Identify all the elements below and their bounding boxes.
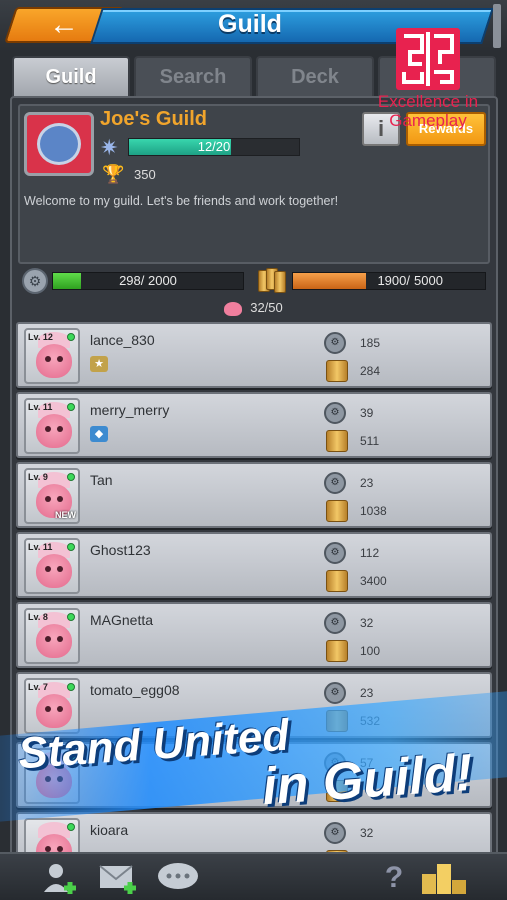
trophy-icon: 🏆 (102, 164, 125, 184)
member-level: Lv. 9 (28, 472, 48, 482)
member-count-row: 32/50 (0, 300, 507, 320)
trophy-count: 350 (134, 167, 156, 182)
tab-deck[interactable]: Deck (256, 56, 374, 96)
member-row[interactable]: Lv. 9 NEW Tan ⚙ 23 1038 (16, 462, 492, 528)
member-level: Lv. 12 (28, 332, 53, 342)
member-avatar: Lv. 12 (24, 328, 80, 384)
award-logo-icon (396, 28, 460, 90)
member-avatar: Lv. 11 (24, 398, 80, 454)
gear-icon: ⚙ (324, 682, 346, 704)
coin-icon (326, 360, 348, 382)
member-level: Lv. 11 (28, 542, 53, 552)
coin-icon (326, 570, 348, 592)
rank-badge-icon: ◆ (90, 426, 108, 442)
member-name: Tan (90, 472, 113, 488)
tab-guild[interactable]: Guild (12, 56, 130, 96)
coin-stack-icon (256, 268, 288, 294)
member-stat-1: 185 (360, 336, 381, 350)
gear-icon: ⚙ (324, 612, 346, 634)
tab-search[interactable]: Search (134, 56, 252, 96)
member-level: Lv. 11 (28, 402, 53, 412)
bottom-bar: ? (0, 852, 507, 900)
resource-text-right-a: 1900/ (377, 273, 410, 288)
member-avatar: Lv. 9 NEW (24, 468, 80, 524)
member-name: Ghost123 (90, 542, 151, 558)
help-button[interactable]: ? (374, 860, 414, 896)
online-indicator-icon (67, 823, 75, 831)
coin-icon (326, 640, 348, 662)
online-indicator-icon (67, 473, 75, 481)
award-caption: Excellence in Gameplay (377, 92, 479, 130)
rank-badge-icon: ★ (90, 356, 108, 372)
member-name: lance_830 (90, 332, 155, 348)
member-name: merry_merry (90, 402, 170, 418)
member-stat-1: 32 (360, 826, 374, 840)
member-row[interactable]: Lv. 11 merry_merry ◆ ⚙ 39 511 (16, 392, 492, 458)
guild-level-text: 12/20 (197, 139, 231, 154)
resource-text-right-b: 5000 (414, 273, 443, 288)
member-stat-1: 112 (360, 546, 380, 560)
coin-icon (326, 710, 348, 732)
guild-name: Joe's Guild (100, 108, 208, 130)
online-indicator-icon (67, 683, 75, 691)
member-row[interactable]: Lv. 11 Ghost123 ⚙ 112 3400 (16, 532, 492, 598)
guild-level-badge-icon: ✷ (100, 135, 119, 160)
member-stat-1: 23 (360, 476, 374, 490)
coin-icon (326, 430, 348, 452)
member-stat-2: 284 (360, 364, 381, 378)
gear-icon: ⚙ (324, 332, 346, 354)
guild-level-bar: 12/20 (128, 138, 300, 156)
member-stat-2: 1038 (360, 504, 387, 518)
member-stat-1: 32 (360, 616, 374, 630)
member-avatar: Lv. 8 (24, 608, 80, 664)
online-indicator-icon (67, 543, 75, 551)
pet-icon (224, 301, 243, 316)
guild-emblem-icon (24, 112, 94, 176)
member-level: Lv. 7 (28, 682, 48, 692)
page-title: Guild (218, 10, 282, 38)
podium-icon[interactable] (420, 860, 466, 896)
member-stat-2: 511 (360, 434, 380, 448)
member-row[interactable]: Lv. 8 MAGnetta ⚙ 32 100 (16, 602, 492, 668)
gear-icon: ⚙ (324, 472, 346, 494)
back-arrow-icon: ← (49, 8, 79, 41)
online-indicator-icon (67, 613, 75, 621)
resource-row: ⚙ 298/ 2000 1900/ 5000 (18, 268, 490, 296)
member-stat-2: 532 (360, 714, 381, 728)
mail-icon[interactable] (98, 860, 138, 896)
add-user-icon[interactable] (40, 860, 80, 896)
scroll-handle-icon (493, 4, 501, 48)
member-stat-1: 39 (360, 406, 374, 420)
chat-icon[interactable] (156, 860, 198, 896)
member-name: kioara (90, 822, 129, 838)
resource-text-left: 298/ 2000 (119, 273, 177, 288)
gear-icon: ⚙ (324, 822, 346, 844)
coin-icon (326, 500, 348, 522)
gear-icon: ⚙ (22, 268, 48, 294)
member-count: 32/50 (250, 300, 283, 315)
member-level: Lv. 8 (28, 612, 48, 622)
member-avatar: Lv. 11 (24, 538, 80, 594)
online-indicator-icon (67, 333, 75, 341)
welcome-message: Welcome to my guild. Let's be friends an… (24, 194, 339, 208)
member-stat-1: 23 (360, 686, 374, 700)
member-stat-2: 3400 (360, 574, 387, 588)
member-name: MAGnetta (90, 612, 154, 628)
member-stat-2: 100 (360, 644, 381, 658)
member-name: tomato_egg08 (90, 682, 180, 698)
online-indicator-icon (67, 403, 75, 411)
gear-icon: ⚙ (324, 402, 346, 424)
member-row[interactable]: Lv. 12 lance_830 ★ ⚙ 185 284 (16, 322, 492, 388)
new-badge: NEW (55, 510, 76, 520)
gear-icon: ⚙ (324, 542, 346, 564)
